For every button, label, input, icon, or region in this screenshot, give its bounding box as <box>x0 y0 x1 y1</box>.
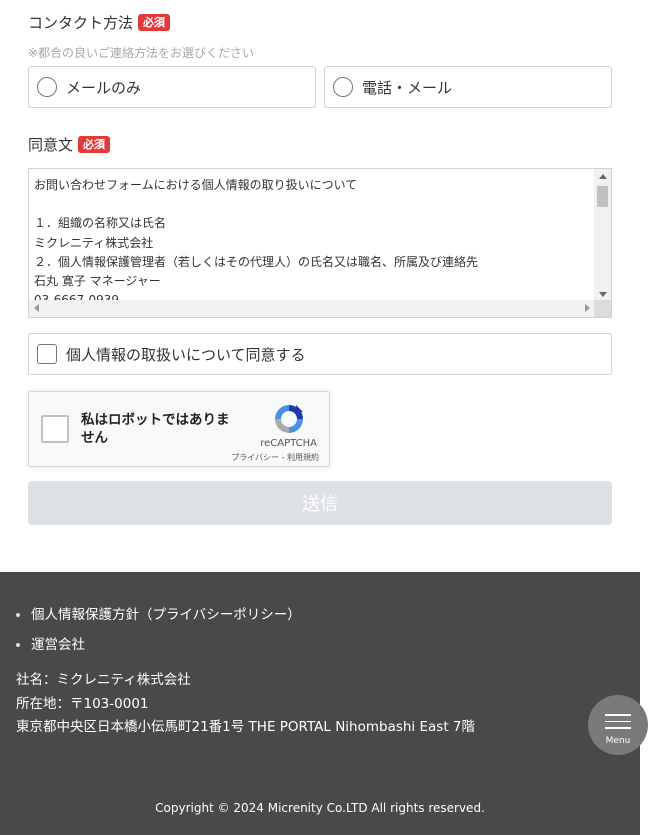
required-badge: 必須 <box>78 136 111 153</box>
recaptcha-logo-icon <box>275 405 303 433</box>
contact-method-label: コンタクト方法 <box>28 14 134 32</box>
footer-links: 個人情報保護方針（プライバシーポリシー） 運営会社 <box>16 600 301 660</box>
recaptcha-checkbox[interactable] <box>41 415 69 443</box>
contact-method-label-row: コンタクト方法 必須 <box>28 12 171 33</box>
recaptcha-widget: 私はロボットではありません reCAPTCHA プライバシー - 利用規約 <box>28 391 330 467</box>
menu-button[interactable]: Menu <box>588 695 648 755</box>
footer-link-company[interactable]: 運営会社 <box>16 630 301 660</box>
footer-link-label[interactable]: 個人情報保護方針（プライバシーポリシー） <box>31 600 301 630</box>
company-postal: 所在地：〒103-0001 <box>16 695 149 712</box>
footer-link-privacy-policy[interactable]: 個人情報保護方針（プライバシーポリシー） <box>16 600 301 630</box>
footer: 個人情報保護方針（プライバシーポリシー） 運営会社 社名：ミクレニティ株式会社 … <box>0 572 640 835</box>
agreement-text: お問い合わせフォームにおける個人情報の取り扱いについて １．組織の名称又は氏名 … <box>34 178 479 307</box>
scroll-up-arrow-icon[interactable] <box>599 174 607 179</box>
radio-phone-email[interactable]: 電話・メール <box>324 66 612 108</box>
radio-label: メールのみ <box>66 78 142 97</box>
bullet-icon <box>16 613 20 617</box>
company-info: 社名：ミクレニティ株式会社 所在地：〒103-0001 東京都中央区日本橋小伝馬… <box>16 669 475 740</box>
radio-label: 電話・メール <box>362 78 453 97</box>
recaptcha-links[interactable]: プライバシー - 利用規約 <box>231 452 319 463</box>
scrollbar-corner <box>594 300 611 317</box>
copyright: Copyright © 2024 Micrenity Co.LTD All ri… <box>155 801 485 815</box>
recaptcha-label: 私はロボットではありません <box>81 412 230 446</box>
radio-circle-icon[interactable] <box>37 77 57 97</box>
agreement-label-row: 同意文 必須 <box>28 134 111 155</box>
scroll-right-arrow-icon[interactable] <box>585 304 590 312</box>
consent-label: 個人情報の取扱いについて同意する <box>66 345 306 364</box>
hamburger-icon <box>605 714 631 734</box>
radio-circle-icon[interactable] <box>333 77 353 97</box>
radio-email-only[interactable]: メールのみ <box>28 66 316 108</box>
contact-form: コンタクト方法 必須 ※都合の良いご連絡方法をお選びください メールのみ 電話・… <box>0 0 648 572</box>
menu-label: Menu <box>605 736 631 746</box>
agreement-textarea[interactable]: お問い合わせフォームにおける個人情報の取り扱いについて １．組織の名称又は氏名 … <box>28 168 612 318</box>
company-name: 社名：ミクレニティ株式会社 <box>16 672 191 688</box>
horizontal-scrollbar[interactable] <box>29 300 595 317</box>
bullet-icon <box>16 643 20 647</box>
vertical-scrollbar[interactable] <box>594 169 611 302</box>
footer-link-label[interactable]: 運営会社 <box>31 630 85 660</box>
consent-checkbox[interactable] <box>37 344 57 364</box>
submit-button[interactable]: 送信 <box>28 481 612 525</box>
recaptcha-brand: reCAPTCHA <box>260 438 317 449</box>
company-address: 東京都中央区日本橋小伝馬町21番1号 THE PORTAL Nihombashi… <box>16 719 475 735</box>
agreement-label: 同意文 <box>28 136 74 154</box>
required-badge: 必須 <box>138 14 171 31</box>
scroll-down-arrow-icon[interactable] <box>599 292 607 297</box>
consent-checkbox-row[interactable]: 個人情報の取扱いについて同意する <box>28 333 612 375</box>
scroll-thumb[interactable] <box>597 186 608 207</box>
scroll-left-arrow-icon[interactable] <box>34 304 39 312</box>
contact-method-hint: ※都合の良いご連絡方法をお選びください <box>28 46 255 60</box>
